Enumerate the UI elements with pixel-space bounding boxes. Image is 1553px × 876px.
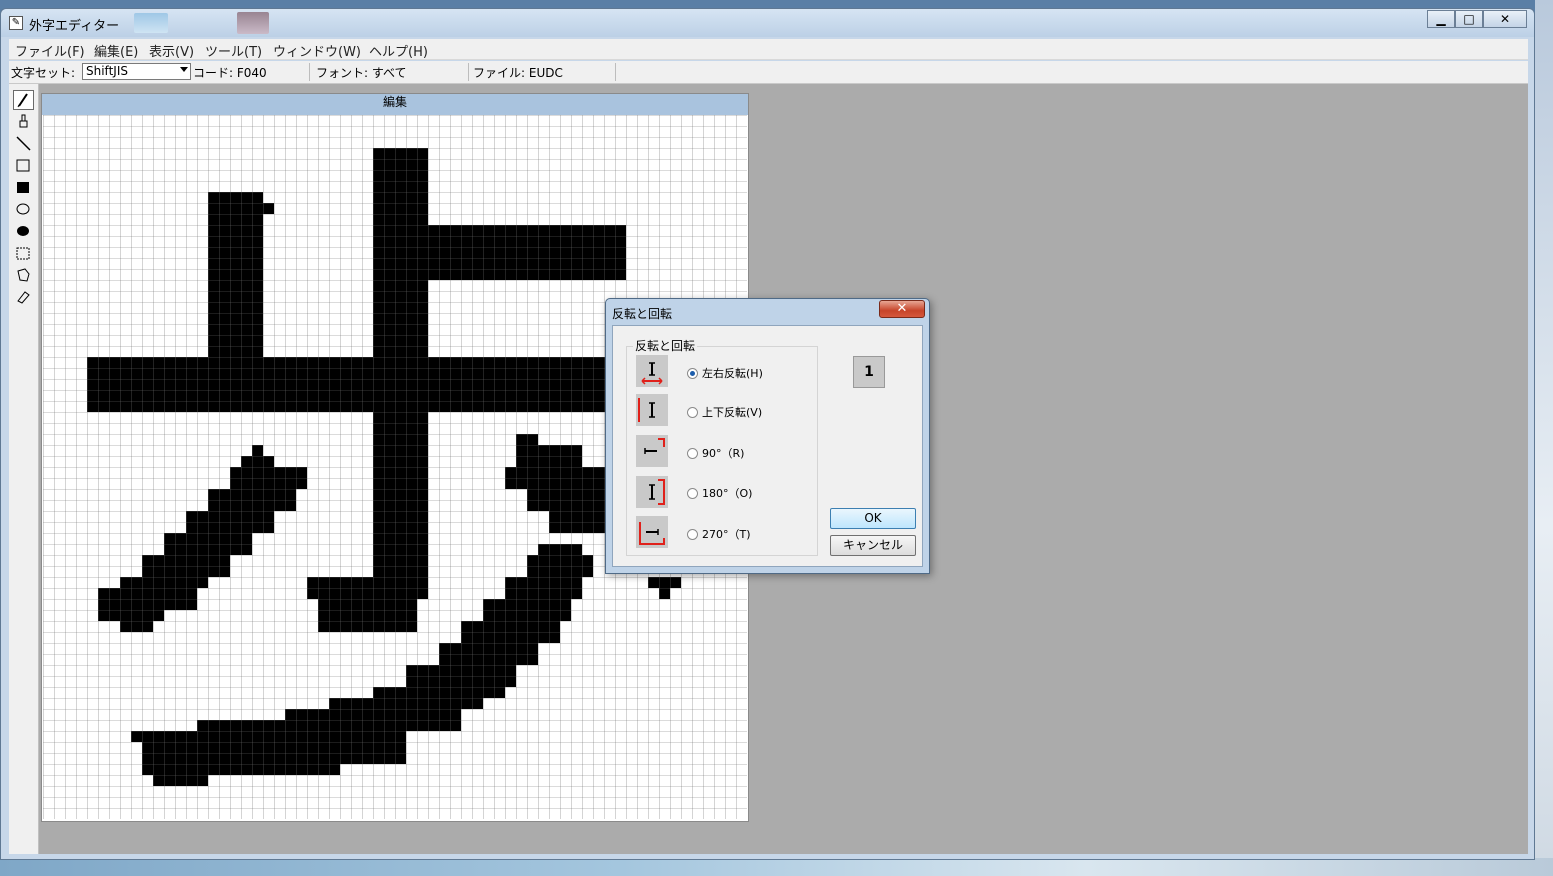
option-label: 90°（R)	[702, 447, 745, 460]
option-label: 270°（T)	[702, 528, 751, 541]
filled-ellipse-icon[interactable]	[13, 222, 34, 242]
radio-flip-horizontal[interactable]	[687, 368, 698, 379]
menu-tools[interactable]: ツール(T)	[205, 41, 262, 60]
radio-flip-vertical[interactable]	[687, 407, 698, 418]
font-label: フォント: すべて	[316, 66, 407, 80]
flip-rotate-dialog: 反転と回転 ✕ 反転と回転 左右反転(H) 上下反転(V) 90°（R) 180…	[605, 298, 930, 574]
filled-rectangle-icon[interactable]	[13, 178, 34, 198]
pencil-icon[interactable]	[13, 90, 34, 110]
radio-rotate-270[interactable]	[687, 529, 698, 540]
flip-horizontal-icon	[636, 355, 668, 387]
menu-window[interactable]: ウィンドウ(W)	[273, 41, 361, 60]
file-label: ファイル: EUDC	[473, 66, 563, 80]
window-title: 外字エディター	[29, 19, 120, 34]
info-toolbar: 文字セット: ShiftJIS コード: F040 フォント: すべて ファイル…	[9, 61, 1528, 84]
desktop-background	[1535, 0, 1553, 876]
hollow-rectangle-icon[interactable]	[13, 156, 34, 176]
menu-bar: ファイル(F) 編集(E) 表示(V) ツール(T) ウィンドウ(W) ヘルプ(…	[9, 39, 1528, 60]
menu-help[interactable]: ヘルプ(H)	[369, 41, 428, 60]
chevron-down-icon	[180, 67, 188, 72]
separator	[615, 63, 616, 81]
title-bar[interactable]: ✎ 外字エディター ▁ □ ✕	[1, 9, 1534, 37]
rotate-180-icon	[636, 476, 668, 508]
maximize-button[interactable]: □	[1455, 10, 1483, 28]
dialog-close-button[interactable]: ✕	[879, 300, 925, 318]
editor-title: 編集	[42, 94, 748, 115]
group-label: 反転と回転	[633, 337, 698, 354]
option-label: 左右反転(H)	[702, 367, 763, 380]
preview-glyph: 1	[853, 356, 885, 388]
menu-view[interactable]: 表示(V)	[149, 41, 194, 60]
dialog-body: 反転と回転 左右反転(H) 上下反転(V) 90°（R) 180°（O) 270…	[612, 325, 923, 567]
brush-icon[interactable]	[13, 112, 34, 132]
taskbar	[0, 858, 1553, 876]
separator	[309, 63, 310, 81]
title-thumbnail-2	[237, 12, 269, 34]
radio-rotate-90[interactable]	[687, 448, 698, 459]
rotate-90-icon	[636, 435, 668, 467]
dialog-title: 反転と回転	[612, 307, 673, 321]
option-label: 180°（O)	[702, 487, 753, 500]
cancel-button[interactable]: キャンセル	[830, 535, 916, 556]
flip-vertical-icon	[636, 394, 668, 426]
freeform-select-icon[interactable]	[13, 266, 34, 286]
code-label: コード: F040	[193, 66, 267, 80]
menu-edit[interactable]: 編集(E)	[94, 41, 138, 60]
menu-file[interactable]: ファイル(F)	[15, 41, 85, 60]
charset-select[interactable]: ShiftJIS	[82, 63, 191, 80]
separator	[468, 63, 469, 81]
line-icon[interactable]	[13, 134, 34, 154]
minimize-button[interactable]: ▁	[1427, 10, 1455, 28]
app-icon: ✎	[9, 16, 23, 30]
close-button[interactable]: ✕	[1483, 10, 1527, 28]
charset-label: 文字セット:	[11, 66, 76, 80]
tool-palette	[9, 84, 39, 854]
title-thumbnail	[134, 13, 168, 33]
radio-rotate-180[interactable]	[687, 488, 698, 499]
option-label: 上下反転(V)	[702, 406, 763, 419]
rectangle-select-icon[interactable]	[13, 244, 34, 264]
hollow-ellipse-icon[interactable]	[13, 200, 34, 220]
ok-button[interactable]: OK	[830, 508, 916, 529]
charset-value: ShiftJIS	[86, 64, 128, 78]
eraser-icon[interactable]	[13, 288, 34, 308]
rotate-270-icon	[636, 516, 668, 548]
